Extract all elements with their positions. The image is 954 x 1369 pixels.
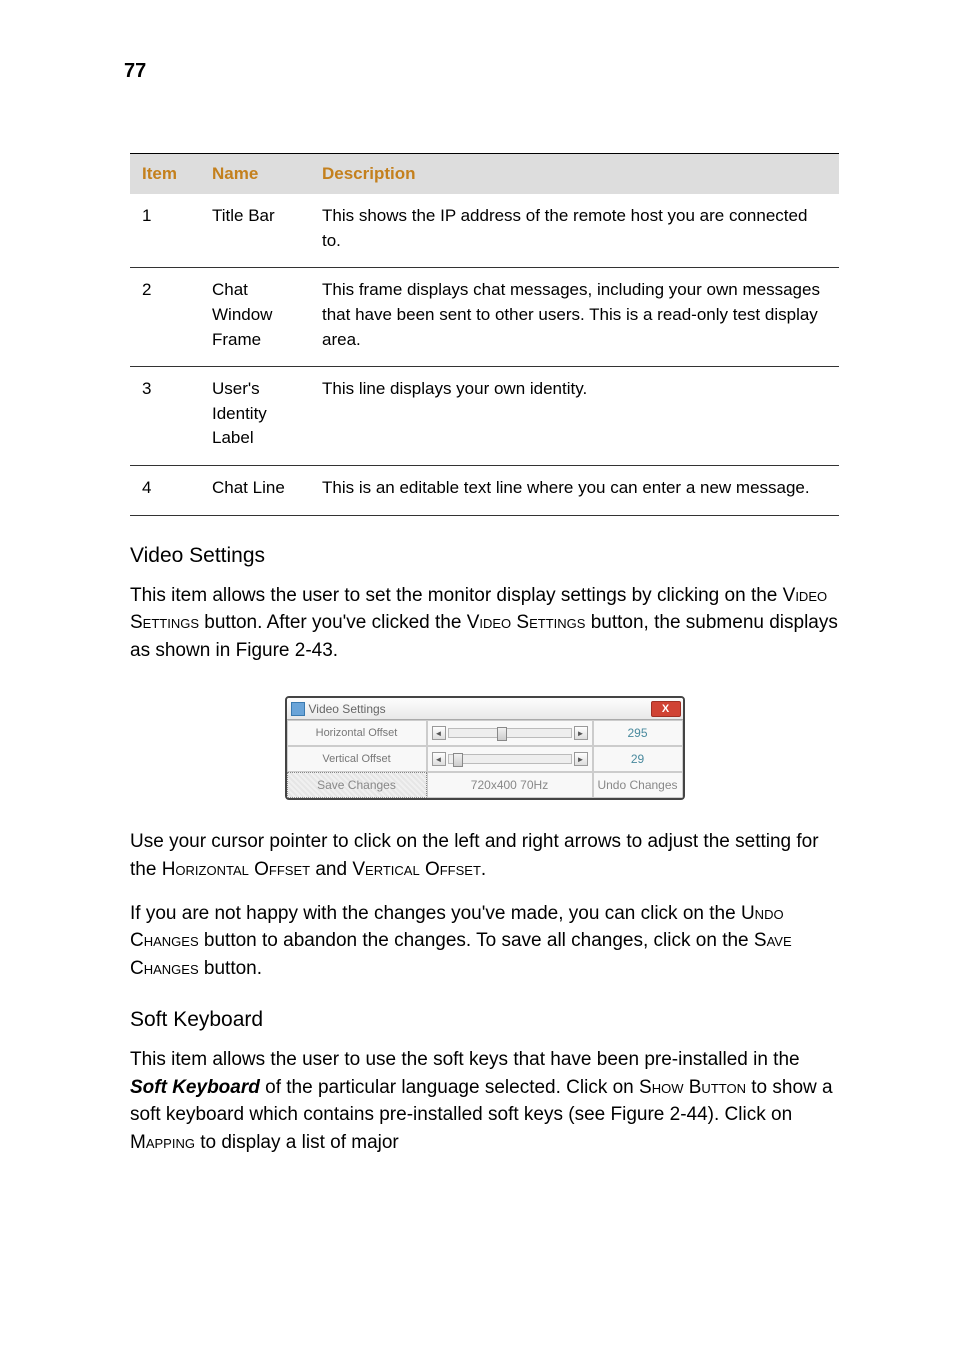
cell-name: Chat Line [200,466,310,516]
page-number: 77 [124,60,839,83]
cell-name: Title Bar [200,194,310,268]
arrow-left-icon[interactable]: ◄ [432,752,446,766]
hoffset-slider[interactable]: ◄ ► [427,720,593,746]
soft-keyboard-heading: Soft Keyboard [130,1008,839,1032]
video-settings-para: This item allows the user to set the mon… [130,582,839,665]
video-settings-dialog: Video Settings X Horizontal Offset ◄ ► 2… [285,696,685,800]
cell-desc: This is an editable text line where you … [310,466,839,516]
dialog-titlebar: Video Settings X [287,698,683,720]
offset-instructions: Use your cursor pointer to click on the … [130,828,839,883]
dialog-title: Video Settings [309,702,386,716]
hoffset-value: 295 [593,720,683,746]
undo-save-instructions: If you are not happy with the changes yo… [130,900,839,983]
cell-desc: This shows the IP address of the remote … [310,194,839,268]
voffset-slider[interactable]: ◄ ► [427,746,593,772]
save-changes-button[interactable]: Save Changes [287,772,427,798]
table-row: 4 Chat Line This is an editable text lin… [130,466,839,516]
th-desc: Description [310,154,839,195]
video-settings-heading: Video Settings [130,544,839,568]
cell-desc: This frame displays chat messages, inclu… [310,268,839,367]
voffset-value: 29 [593,746,683,772]
resolution-label: 720x400 70Hz [427,772,593,798]
slider-thumb[interactable] [497,727,507,741]
soft-keyboard-para: This item allows the user to use the sof… [130,1046,839,1156]
cell-item: 3 [130,367,200,466]
hoffset-label: Horizontal Offset [287,720,427,746]
cell-item: 4 [130,466,200,516]
table-row: 2 Chat Window Frame This frame displays … [130,268,839,367]
th-name: Name [200,154,310,195]
slider-track[interactable] [448,728,572,738]
voffset-label: Vertical Offset [287,746,427,772]
undo-changes-button[interactable]: Undo Changes [593,772,683,798]
cell-item: 2 [130,268,200,367]
cell-name: Chat Window Frame [200,268,310,367]
close-button[interactable]: X [651,701,681,717]
slider-thumb[interactable] [453,753,463,767]
cell-desc: This line displays your own identity. [310,367,839,466]
items-table: Item Name Description 1 Title Bar This s… [130,153,839,516]
arrow-right-icon[interactable]: ► [574,752,588,766]
cell-item: 1 [130,194,200,268]
slider-track[interactable] [448,754,572,764]
table-row: 3 User's Identity Label This line displa… [130,367,839,466]
th-item: Item [130,154,200,195]
app-icon [291,702,305,716]
table-row: 1 Title Bar This shows the IP address of… [130,194,839,268]
cell-name: User's Identity Label [200,367,310,466]
arrow-right-icon[interactable]: ► [574,726,588,740]
arrow-left-icon[interactable]: ◄ [432,726,446,740]
